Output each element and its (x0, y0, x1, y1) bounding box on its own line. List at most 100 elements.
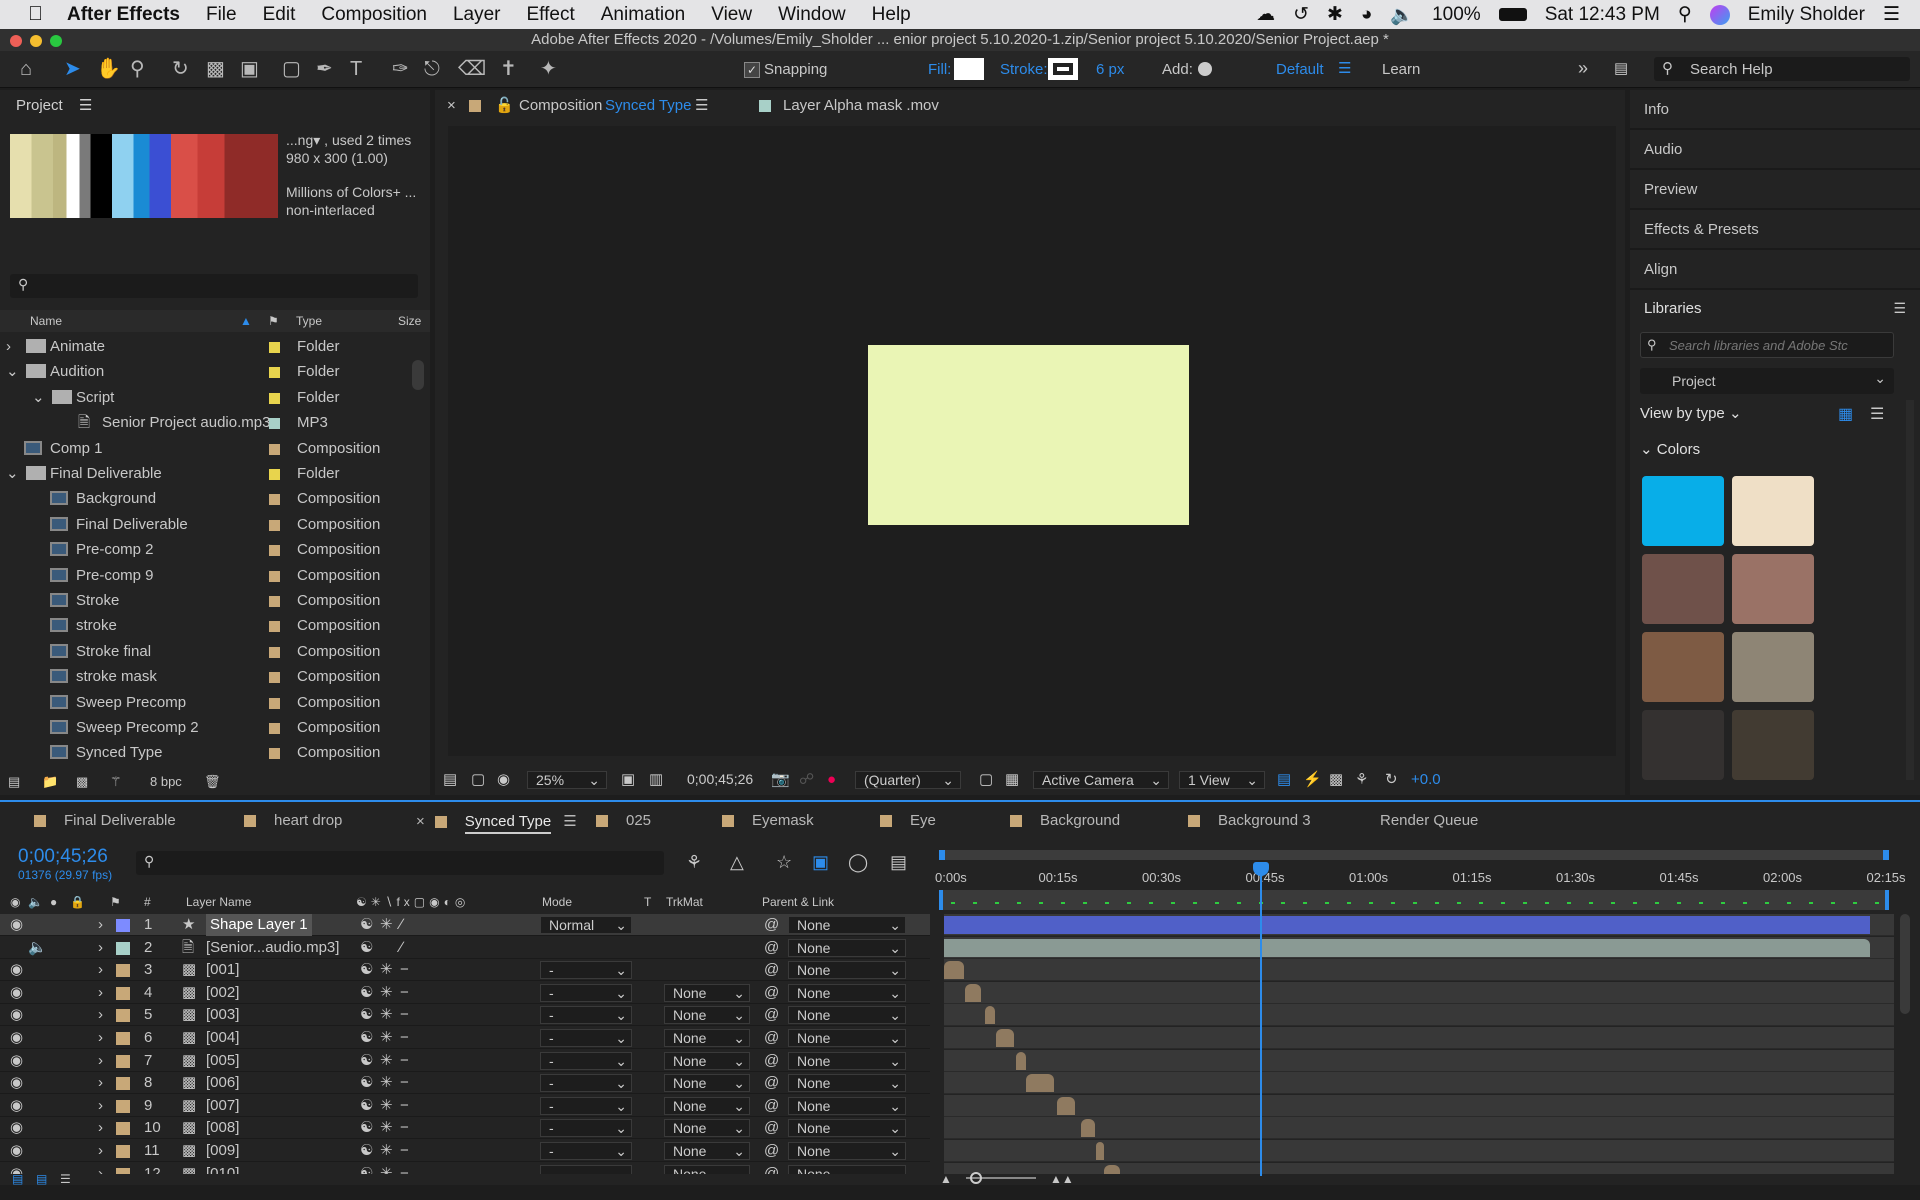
graph-editor-icon[interactable]: ▤ (890, 852, 907, 873)
always-preview-icon[interactable]: ▤ (443, 766, 457, 794)
layer-label-color[interactable] (116, 1145, 130, 1158)
expand-chevron-icon[interactable]: › (98, 1117, 103, 1139)
label-color-swatch[interactable] (269, 596, 280, 607)
volume-icon[interactable]: 🔈 (1390, 3, 1414, 27)
menu-edit[interactable]: Edit (263, 4, 296, 26)
trkmat-select[interactable]: None ⌄ (664, 1074, 750, 1093)
layer-duration-bar[interactable] (1096, 1142, 1104, 1160)
shy-switch-icon[interactable]: ☯ (360, 959, 373, 981)
expand-chevron-icon[interactable]: › (98, 1027, 103, 1049)
trkmat-select[interactable]: None ⌄ (664, 1096, 750, 1115)
siri-icon[interactable] (1709, 4, 1730, 25)
quality-switch-icon[interactable]: − (400, 1027, 409, 1049)
rotate-tool-icon[interactable]: ↻ (172, 57, 189, 81)
label-color-swatch[interactable] (269, 697, 280, 709)
layer-name[interactable]: [004] (206, 1027, 239, 1049)
solo-header-icon[interactable]: ● (50, 892, 57, 912)
collapse-switch-icon[interactable]: ✳ (380, 1027, 393, 1049)
pick-whip-icon[interactable]: @ (764, 1117, 779, 1139)
parent-select[interactable]: None ⌄ (788, 1051, 906, 1070)
collapse-switch-icon[interactable]: ✳ (380, 1004, 393, 1026)
spotlight-icon[interactable]: ⚲ (1678, 3, 1692, 26)
tab-menu-icon[interactable]: ☰ (563, 813, 576, 830)
preview-panel-tab[interactable]: Preview (1630, 170, 1920, 210)
snapping-checkbox[interactable]: ✓ (744, 62, 760, 78)
roto-brush-tool-icon[interactable]: ✝ (500, 57, 517, 81)
toggle-pixel-aspect-icon[interactable]: ▤ (1277, 766, 1291, 794)
new-composition-icon[interactable]: ▩ (76, 770, 88, 794)
layer-track[interactable] (944, 1140, 1894, 1162)
eye-icon[interactable]: ◉ (10, 1027, 23, 1049)
layer-label-color[interactable] (116, 1099, 130, 1113)
layer-name[interactable]: [009] (206, 1140, 239, 1162)
timeline-tab[interactable]: Eyemask (722, 812, 814, 829)
trkmat-select[interactable]: None ⌄ (664, 1051, 750, 1070)
layer-track[interactable] (944, 981, 1894, 1004)
shy-switch-icon[interactable]: ☯ (360, 1117, 373, 1139)
color-swatch[interactable] (1642, 476, 1724, 546)
label-color-swatch[interactable] (269, 646, 280, 658)
control-center-icon[interactable]: ☰ (1883, 3, 1900, 26)
label-color-swatch[interactable] (269, 723, 280, 734)
toggle-in-out-icon[interactable]: ☰ (60, 1172, 71, 1186)
layer-row[interactable]: ◉ › 6 ▩ [004] ☯ ✳ − - ⌄ None ⌄ @ None ⌄ (0, 1027, 930, 1049)
label-color-swatch[interactable] (269, 570, 280, 582)
stroke-label[interactable]: Stroke: (1000, 61, 1048, 78)
timeline-tab[interactable]: Background 3 (1188, 812, 1311, 829)
color-swatch[interactable] (1732, 476, 1814, 546)
more-workspaces-icon[interactable]: » (1578, 58, 1588, 79)
reset-exposure-icon[interactable]: ↻ (1385, 766, 1398, 794)
project-item[interactable]: Sweep Precomp Composition (0, 690, 410, 715)
layer-duration-bar[interactable] (965, 983, 981, 1002)
parent-select[interactable]: None ⌄ (788, 983, 906, 1002)
layer-name[interactable]: Shape Layer 1 (206, 914, 312, 936)
type-tool-icon[interactable]: T (350, 57, 362, 81)
info-panel-tab[interactable]: Info (1630, 90, 1920, 130)
minimize-window-button[interactable] (30, 35, 42, 47)
trkmat-select[interactable]: None ⌄ (664, 1119, 750, 1138)
project-scrollbar[interactable] (412, 360, 424, 390)
layer-duration-bar[interactable] (944, 938, 1870, 957)
layer-track[interactable] (944, 959, 1894, 982)
eye-icon[interactable]: ◉ (10, 1095, 23, 1117)
workspace-menu-icon[interactable]: ☰ (1338, 59, 1351, 77)
parent-select[interactable]: None ⌄ (788, 916, 906, 934)
parent-select[interactable]: None ⌄ (788, 961, 906, 980)
trkmat-select[interactable]: None ⌄ (664, 1029, 750, 1047)
layer-row[interactable]: ◉ › 7 ▩ [005] ☯ ✳ − - ⌄ None ⌄ @ None ⌄ (0, 1050, 930, 1072)
layer-track[interactable] (944, 1004, 1894, 1027)
project-item[interactable]: Background Composition (0, 486, 410, 511)
label-column-icon[interactable]: ⚑ (268, 310, 279, 332)
grid-view-icon[interactable]: ▦ (1838, 404, 1853, 424)
timeline-icon[interactable]: ▩ (1329, 766, 1343, 794)
timeline-tab[interactable]: heart drop (244, 812, 342, 829)
label-color-swatch[interactable] (269, 418, 280, 430)
resolution-select[interactable]: (Quarter) ⌄ (855, 771, 961, 789)
color-channels-icon[interactable]: ● (827, 766, 836, 794)
layer-row[interactable]: ◉ › 8 ▩ [006] ☯ ✳ − - ⌄ None ⌄ @ None ⌄ (0, 1072, 930, 1095)
zoom-select[interactable]: 25% ⌄ (527, 771, 607, 789)
list-view-icon[interactable]: ☰ (1870, 404, 1884, 424)
show-snapshot-icon[interactable]: ☍ (799, 766, 814, 794)
playhead[interactable] (1253, 862, 1269, 1176)
lock-header-icon[interactable]: 🔒 (70, 892, 85, 912)
col-layer-name[interactable]: Layer Name (186, 892, 251, 912)
layer-duration-bar[interactable] (1057, 1096, 1075, 1115)
layer-mode-select[interactable]: - ⌄ (540, 961, 632, 980)
quality-switch-icon[interactable]: − (400, 1004, 409, 1026)
quality-switch-icon[interactable]: − (400, 1050, 409, 1072)
audio-switch-header-icon[interactable]: 🔈 (28, 892, 43, 912)
library-select[interactable]: Project ⌄ (1640, 368, 1894, 394)
fill-label[interactable]: Fill: (928, 61, 951, 78)
eye-icon[interactable]: ◉ (10, 1117, 23, 1139)
parent-select[interactable]: None ⌄ (788, 1074, 906, 1093)
pick-whip-icon[interactable]: @ (764, 1050, 779, 1072)
label-color-swatch[interactable] (269, 494, 280, 506)
lock-icon[interactable]: 🔓 (495, 90, 514, 122)
col-name[interactable]: Name (30, 310, 62, 332)
collapse-switch-icon[interactable]: ✳ (380, 1072, 393, 1094)
pick-whip-icon[interactable]: @ (764, 982, 779, 1004)
shy-switch-icon[interactable]: ☯ (360, 1140, 373, 1162)
menu-composition[interactable]: Composition (321, 4, 427, 26)
expand-chevron-icon[interactable]: › (98, 914, 103, 936)
